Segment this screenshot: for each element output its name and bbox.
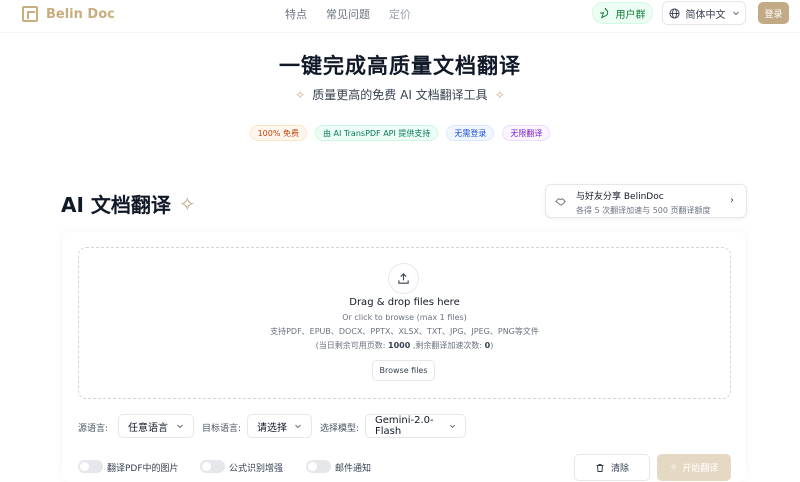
badge-no-login: 无需登录 xyxy=(446,125,495,141)
sparkle-icon: ✧ xyxy=(494,87,505,102)
target-language-label: 目标语言: xyxy=(202,424,242,434)
dropzone-hint: Or click to browse (max 1 files) xyxy=(342,313,467,322)
section-title-text: AI 文档翻译 xyxy=(61,193,171,217)
source-language-select[interactable]: 任意语言 xyxy=(118,414,194,438)
hero-subtitle: ✧ 质量更高的免费 AI 文档翻译工具 ✧ xyxy=(0,86,800,103)
upload-icon xyxy=(388,263,419,294)
nav-link-pricing[interactable]: 定价 xyxy=(389,6,411,22)
toggle-formula-recognition-label: 公式识别增强 xyxy=(229,464,284,474)
user-group-button[interactable]: 用户群 xyxy=(592,2,653,24)
toggle-formula-recognition[interactable] xyxy=(200,460,225,473)
sparkle-icon: ✧ xyxy=(669,462,678,473)
feature-badges: 100% 免费 由 AI TransPDF API 提供支持 无需登录 无限翻译 xyxy=(0,125,800,141)
toggle-translate-images[interactable] xyxy=(78,460,103,473)
source-language-label: 源语言: xyxy=(78,424,109,434)
target-language-value: 请选择 xyxy=(257,422,287,434)
dropzone-title: Drag & drop files here xyxy=(349,297,460,308)
badge-free: 100% 免费 xyxy=(249,125,308,141)
brand-logo[interactable]: Belin Doc xyxy=(22,4,115,24)
browse-files-button[interactable]: Browse files xyxy=(372,360,435,381)
chevron-down-icon xyxy=(295,424,301,429)
trash-icon xyxy=(596,463,604,472)
hero-subtitle-text: 质量更高的免费 AI 文档翻译工具 xyxy=(312,88,488,102)
sparkle-icon: ✧ xyxy=(295,87,306,102)
hero-title: 一键完成高质量文档翻译 xyxy=(279,54,521,78)
language-select[interactable]: 简体中文 xyxy=(662,1,746,25)
pages-left: 1000 xyxy=(388,341,411,350)
supported-formats: 支持PDF、EPUB、DOCX、PPTX、XLSX、TXT、JPG、JPEG、P… xyxy=(270,327,539,336)
chevron-down-icon xyxy=(732,11,739,16)
badge-unlimited: 无限翻译 xyxy=(502,125,551,141)
user-group-label: 用户群 xyxy=(615,9,646,21)
model-select[interactable]: Gemini-2.0-Flash xyxy=(365,414,466,438)
logo-icon xyxy=(22,6,38,22)
globe-icon xyxy=(668,7,680,19)
top-nav: Belin Doc 特点 常见问题 定价 用户群 简体中文 登录 xyxy=(0,0,800,30)
handshake-icon xyxy=(555,198,566,206)
chevron-down-icon xyxy=(449,424,456,428)
nav-link-faq[interactable]: 常见问题 xyxy=(326,6,370,22)
clear-label: 清除 xyxy=(610,464,629,474)
chevron-down-icon xyxy=(177,424,183,429)
badge-api: 由 AI TransPDF API 提供支持 xyxy=(315,125,439,141)
login-button[interactable]: 登录 xyxy=(758,2,789,24)
language-value: 简体中文 xyxy=(685,9,726,21)
share-subtitle: 各得 5 次翻译加速与 500 页翻译额度 xyxy=(576,206,711,215)
chat-bubble-icon xyxy=(599,7,608,19)
share-card[interactable]: 与好友分享 BelinDoc 各得 5 次翻译加速与 500 页翻译额度 › xyxy=(545,184,747,218)
sparkle-icon: ✧ xyxy=(178,191,196,216)
start-label: 开始翻译 xyxy=(682,464,719,474)
nav-links: 特点 常见问题 定价 xyxy=(285,6,411,22)
chevron-right-icon: › xyxy=(730,195,734,206)
toggle-translate-images-label: 翻译PDF中的图片 xyxy=(107,464,179,474)
target-language-select[interactable]: 请选择 xyxy=(247,414,312,438)
brand-name: Belin Doc xyxy=(46,6,115,22)
model-label: 选择模型: xyxy=(320,424,360,434)
section-title: AI 文档翻译 ✧ xyxy=(61,189,196,218)
toggle-email-notify-label: 邮件通知 xyxy=(335,464,372,474)
nav-link-features[interactable]: 特点 xyxy=(285,6,307,22)
model-value: Gemini-2.0-Flash xyxy=(375,415,434,437)
share-title: 与好友分享 BelinDoc xyxy=(576,192,664,202)
source-language-value: 任意语言 xyxy=(128,422,168,434)
nav-divider xyxy=(0,32,800,33)
start-translate-button[interactable]: ✧ 开始翻译 xyxy=(657,454,731,481)
clear-button[interactable]: 清除 xyxy=(574,454,650,481)
toggle-email-notify[interactable] xyxy=(306,460,331,473)
quota-info: (当日剩余可用页数: 1000 ,剩余翻译加速次数: 0) xyxy=(315,341,494,350)
